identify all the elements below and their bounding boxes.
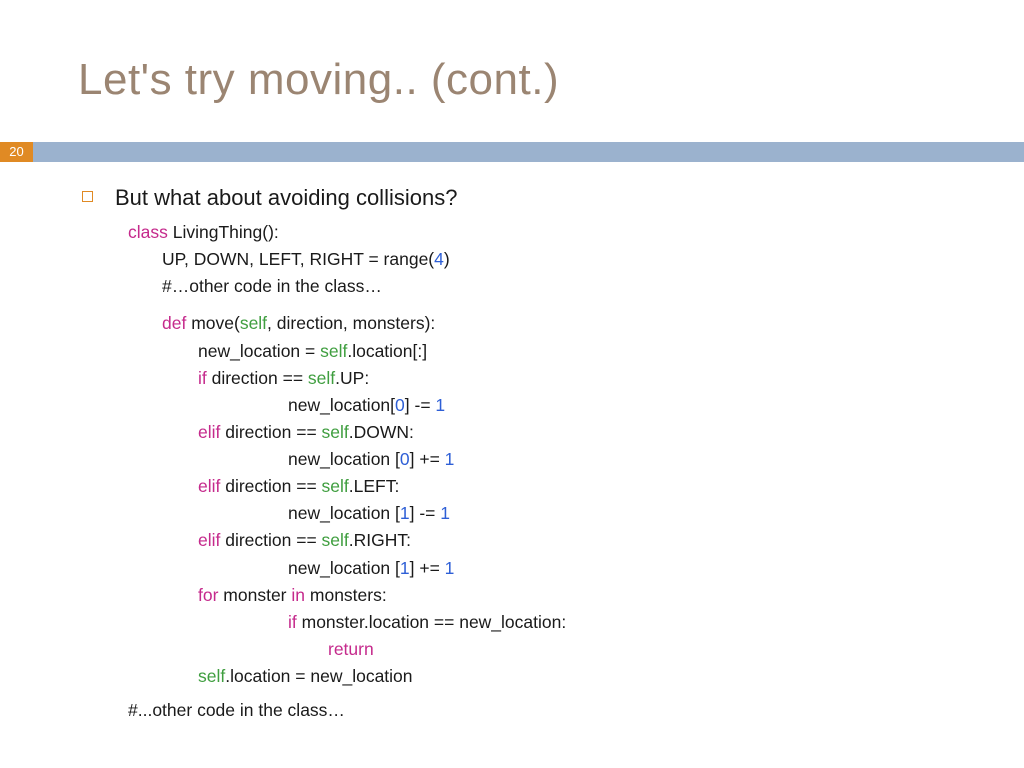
code-line: self.location = new_location: [128, 663, 984, 690]
code-line: for monster in monsters:: [128, 582, 984, 609]
code-line: def move(self, direction, monsters):: [128, 310, 984, 337]
slide-title: Let's try moving.. (cont.): [78, 55, 559, 105]
code-line: if monster.location == new_location:: [128, 609, 984, 636]
bullet-text: But what about avoiding collisions?: [115, 185, 457, 211]
code-line: class LivingThing():: [128, 219, 984, 246]
slide-number-badge: 20: [0, 142, 33, 162]
code-line: return: [128, 636, 984, 663]
code-line: elif direction == self.LEFT:: [128, 473, 984, 500]
code-line: new_location [1] -= 1: [128, 500, 984, 527]
header-bar: [0, 142, 1024, 162]
code-line: elif direction == self.RIGHT:: [128, 527, 984, 554]
code-line: #…other code in the class…: [128, 273, 984, 300]
code-line: new_location [0] += 1: [128, 446, 984, 473]
slide-content: But what about avoiding collisions? clas…: [82, 185, 984, 721]
code-line: new_location = self.location[:]: [128, 338, 984, 365]
code-line: elif direction == self.DOWN:: [128, 419, 984, 446]
code-line: if direction == self.UP:: [128, 365, 984, 392]
code-line: new_location [1] += 1: [128, 555, 984, 582]
code-block: class LivingThing(): UP, DOWN, LEFT, RIG…: [128, 219, 984, 690]
code-footer: #...other code in the class…: [128, 700, 984, 721]
bullet-marker-icon: [82, 191, 93, 202]
bullet-item: But what about avoiding collisions?: [82, 185, 984, 211]
code-line: new_location[0] -= 1: [128, 392, 984, 419]
code-line: UP, DOWN, LEFT, RIGHT = range(4): [128, 246, 984, 273]
